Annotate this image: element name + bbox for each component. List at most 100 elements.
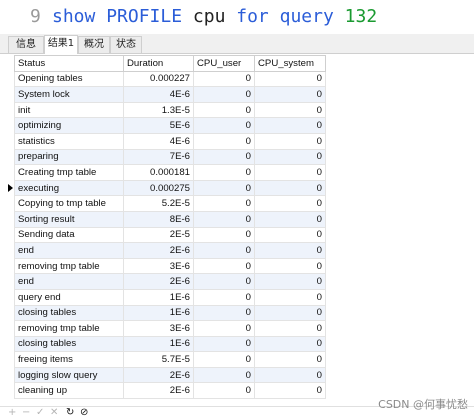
- cpu-system-cell[interactable]: 0: [254, 195, 326, 212]
- table-row[interactable]: logging slow query 2E-6 0 0: [8, 366, 326, 384]
- cpu-user-cell[interactable]: 0: [193, 70, 255, 88]
- cpu-user-cell[interactable]: 0: [193, 304, 255, 322]
- table-row[interactable]: end 2E-6 0 0: [8, 273, 326, 290]
- cpu-system-cell[interactable]: 0: [254, 132, 326, 150]
- column-header-status[interactable]: Status: [14, 55, 124, 72]
- cpu-user-cell[interactable]: 0: [193, 226, 255, 244]
- status-cell[interactable]: freeing items: [14, 351, 124, 368]
- status-cell[interactable]: closing tables: [14, 335, 124, 353]
- duration-cell[interactable]: 7E-6: [123, 148, 194, 166]
- minus-icon[interactable]: −: [22, 407, 30, 419]
- table-row[interactable]: removing tmp table 3E-6 0 0: [8, 257, 326, 275]
- duration-cell[interactable]: 0.000227: [123, 70, 194, 88]
- cpu-user-cell[interactable]: 0: [193, 366, 255, 384]
- duration-cell[interactable]: 2E-6: [123, 366, 194, 384]
- cpu-user-cell[interactable]: 0: [193, 210, 255, 228]
- sql-editor[interactable]: 9 show PROFILE cpu for query 132: [0, 0, 474, 34]
- table-row[interactable]: preparing 7E-6 0 0: [8, 148, 326, 166]
- duration-cell[interactable]: 3E-6: [123, 257, 194, 275]
- table-row[interactable]: freeing items 5.7E-5 0 0: [8, 351, 326, 368]
- cpu-user-cell[interactable]: 0: [193, 257, 255, 275]
- sql-query-line[interactable]: show PROFILE cpu for query 132: [52, 6, 377, 27]
- column-header-cpu-user[interactable]: CPU_user: [193, 55, 255, 72]
- table-row[interactable]: Opening tables 0.000227 0 0: [8, 70, 326, 88]
- table-row[interactable]: statistics 4E-6 0 0: [8, 132, 326, 150]
- status-cell[interactable]: logging slow query: [14, 366, 124, 384]
- cpu-system-cell[interactable]: 0: [254, 70, 326, 88]
- cpu-system-cell[interactable]: 0: [254, 288, 326, 306]
- status-cell[interactable]: removing tmp table: [14, 320, 124, 337]
- cpu-system-cell[interactable]: 0: [254, 117, 326, 134]
- cpu-user-cell[interactable]: 0: [193, 351, 255, 368]
- cpu-user-cell[interactable]: 0: [193, 273, 255, 290]
- cpu-user-cell[interactable]: 0: [193, 117, 255, 134]
- cpu-system-cell[interactable]: 0: [254, 242, 326, 259]
- cpu-system-cell[interactable]: 0: [254, 148, 326, 166]
- plus-icon[interactable]: +: [8, 407, 16, 419]
- status-cell[interactable]: System lock: [14, 86, 124, 103]
- table-row[interactable]: query end 1E-6 0 0: [8, 288, 326, 306]
- status-cell[interactable]: Sending data: [14, 226, 124, 244]
- status-cell[interactable]: executing: [14, 179, 124, 197]
- tab-info[interactable]: 信息: [8, 36, 44, 53]
- table-row[interactable]: executing 0.000275 0 0: [8, 179, 326, 197]
- check-icon[interactable]: ✓: [36, 407, 44, 419]
- cpu-system-cell[interactable]: 0: [254, 366, 326, 384]
- table-row[interactable]: Copying to tmp table 5.2E-5 0 0: [8, 195, 326, 212]
- tab-result1[interactable]: 结果1: [44, 35, 78, 54]
- column-header-cpu-system[interactable]: CPU_system: [254, 55, 326, 72]
- table-row[interactable]: removing tmp table 3E-6 0 0: [8, 320, 326, 337]
- table-row[interactable]: Sorting result 8E-6 0 0: [8, 210, 326, 228]
- duration-cell[interactable]: 1E-6: [123, 288, 194, 306]
- status-cell[interactable]: removing tmp table: [14, 257, 124, 275]
- refresh-icon[interactable]: ↻: [66, 407, 74, 419]
- status-cell[interactable]: end: [14, 273, 124, 290]
- table-row[interactable]: Sending data 2E-5 0 0: [8, 226, 326, 244]
- cpu-system-cell[interactable]: 0: [254, 304, 326, 322]
- duration-cell[interactable]: 5.7E-5: [123, 351, 194, 368]
- cpu-system-cell[interactable]: 0: [254, 179, 326, 197]
- cpu-user-cell[interactable]: 0: [193, 382, 255, 400]
- status-cell[interactable]: Copying to tmp table: [14, 195, 124, 212]
- cpu-system-cell[interactable]: 0: [254, 86, 326, 103]
- table-row[interactable]: optimizing 5E-6 0 0: [8, 117, 326, 134]
- cpu-user-cell[interactable]: 0: [193, 195, 255, 212]
- duration-cell[interactable]: 2E-6: [123, 382, 194, 400]
- status-cell[interactable]: preparing: [14, 148, 124, 166]
- duration-cell[interactable]: 5.2E-5: [123, 195, 194, 212]
- duration-cell[interactable]: 0.000181: [123, 164, 194, 181]
- status-cell[interactable]: Sorting result: [14, 210, 124, 228]
- cpu-user-cell[interactable]: 0: [193, 335, 255, 353]
- cpu-system-cell[interactable]: 0: [254, 226, 326, 244]
- duration-cell[interactable]: 4E-6: [123, 86, 194, 103]
- status-cell[interactable]: query end: [14, 288, 124, 306]
- status-cell[interactable]: end: [14, 242, 124, 259]
- duration-cell[interactable]: 5E-6: [123, 117, 194, 134]
- duration-cell[interactable]: 3E-6: [123, 320, 194, 337]
- table-row[interactable]: init 1.3E-5 0 0: [8, 101, 326, 119]
- duration-cell[interactable]: 1E-6: [123, 335, 194, 353]
- cross-icon[interactable]: ✕: [50, 407, 58, 419]
- duration-cell[interactable]: 4E-6: [123, 132, 194, 150]
- cpu-user-cell[interactable]: 0: [193, 288, 255, 306]
- cpu-user-cell[interactable]: 0: [193, 242, 255, 259]
- table-row[interactable]: closing tables 1E-6 0 0: [8, 304, 326, 322]
- duration-cell[interactable]: 2E-5: [123, 226, 194, 244]
- column-header-duration[interactable]: Duration: [123, 55, 194, 72]
- status-cell[interactable]: optimizing: [14, 117, 124, 134]
- duration-cell[interactable]: 2E-6: [123, 242, 194, 259]
- cpu-user-cell[interactable]: 0: [193, 179, 255, 197]
- table-row[interactable]: System lock 4E-6 0 0: [8, 86, 326, 103]
- tab-overview[interactable]: 概况: [78, 36, 110, 53]
- status-cell[interactable]: closing tables: [14, 304, 124, 322]
- table-row[interactable]: cleaning up 2E-6 0 0: [8, 382, 326, 400]
- table-row[interactable]: closing tables 1E-6 0 0: [8, 335, 326, 353]
- cpu-system-cell[interactable]: 0: [254, 382, 326, 400]
- cpu-user-cell[interactable]: 0: [193, 86, 255, 103]
- cpu-user-cell[interactable]: 0: [193, 164, 255, 181]
- duration-cell[interactable]: 1.3E-5: [123, 101, 194, 119]
- tab-status[interactable]: 状态: [110, 36, 142, 53]
- status-cell[interactable]: Creating tmp table: [14, 164, 124, 181]
- cpu-system-cell[interactable]: 0: [254, 351, 326, 368]
- cpu-system-cell[interactable]: 0: [254, 210, 326, 228]
